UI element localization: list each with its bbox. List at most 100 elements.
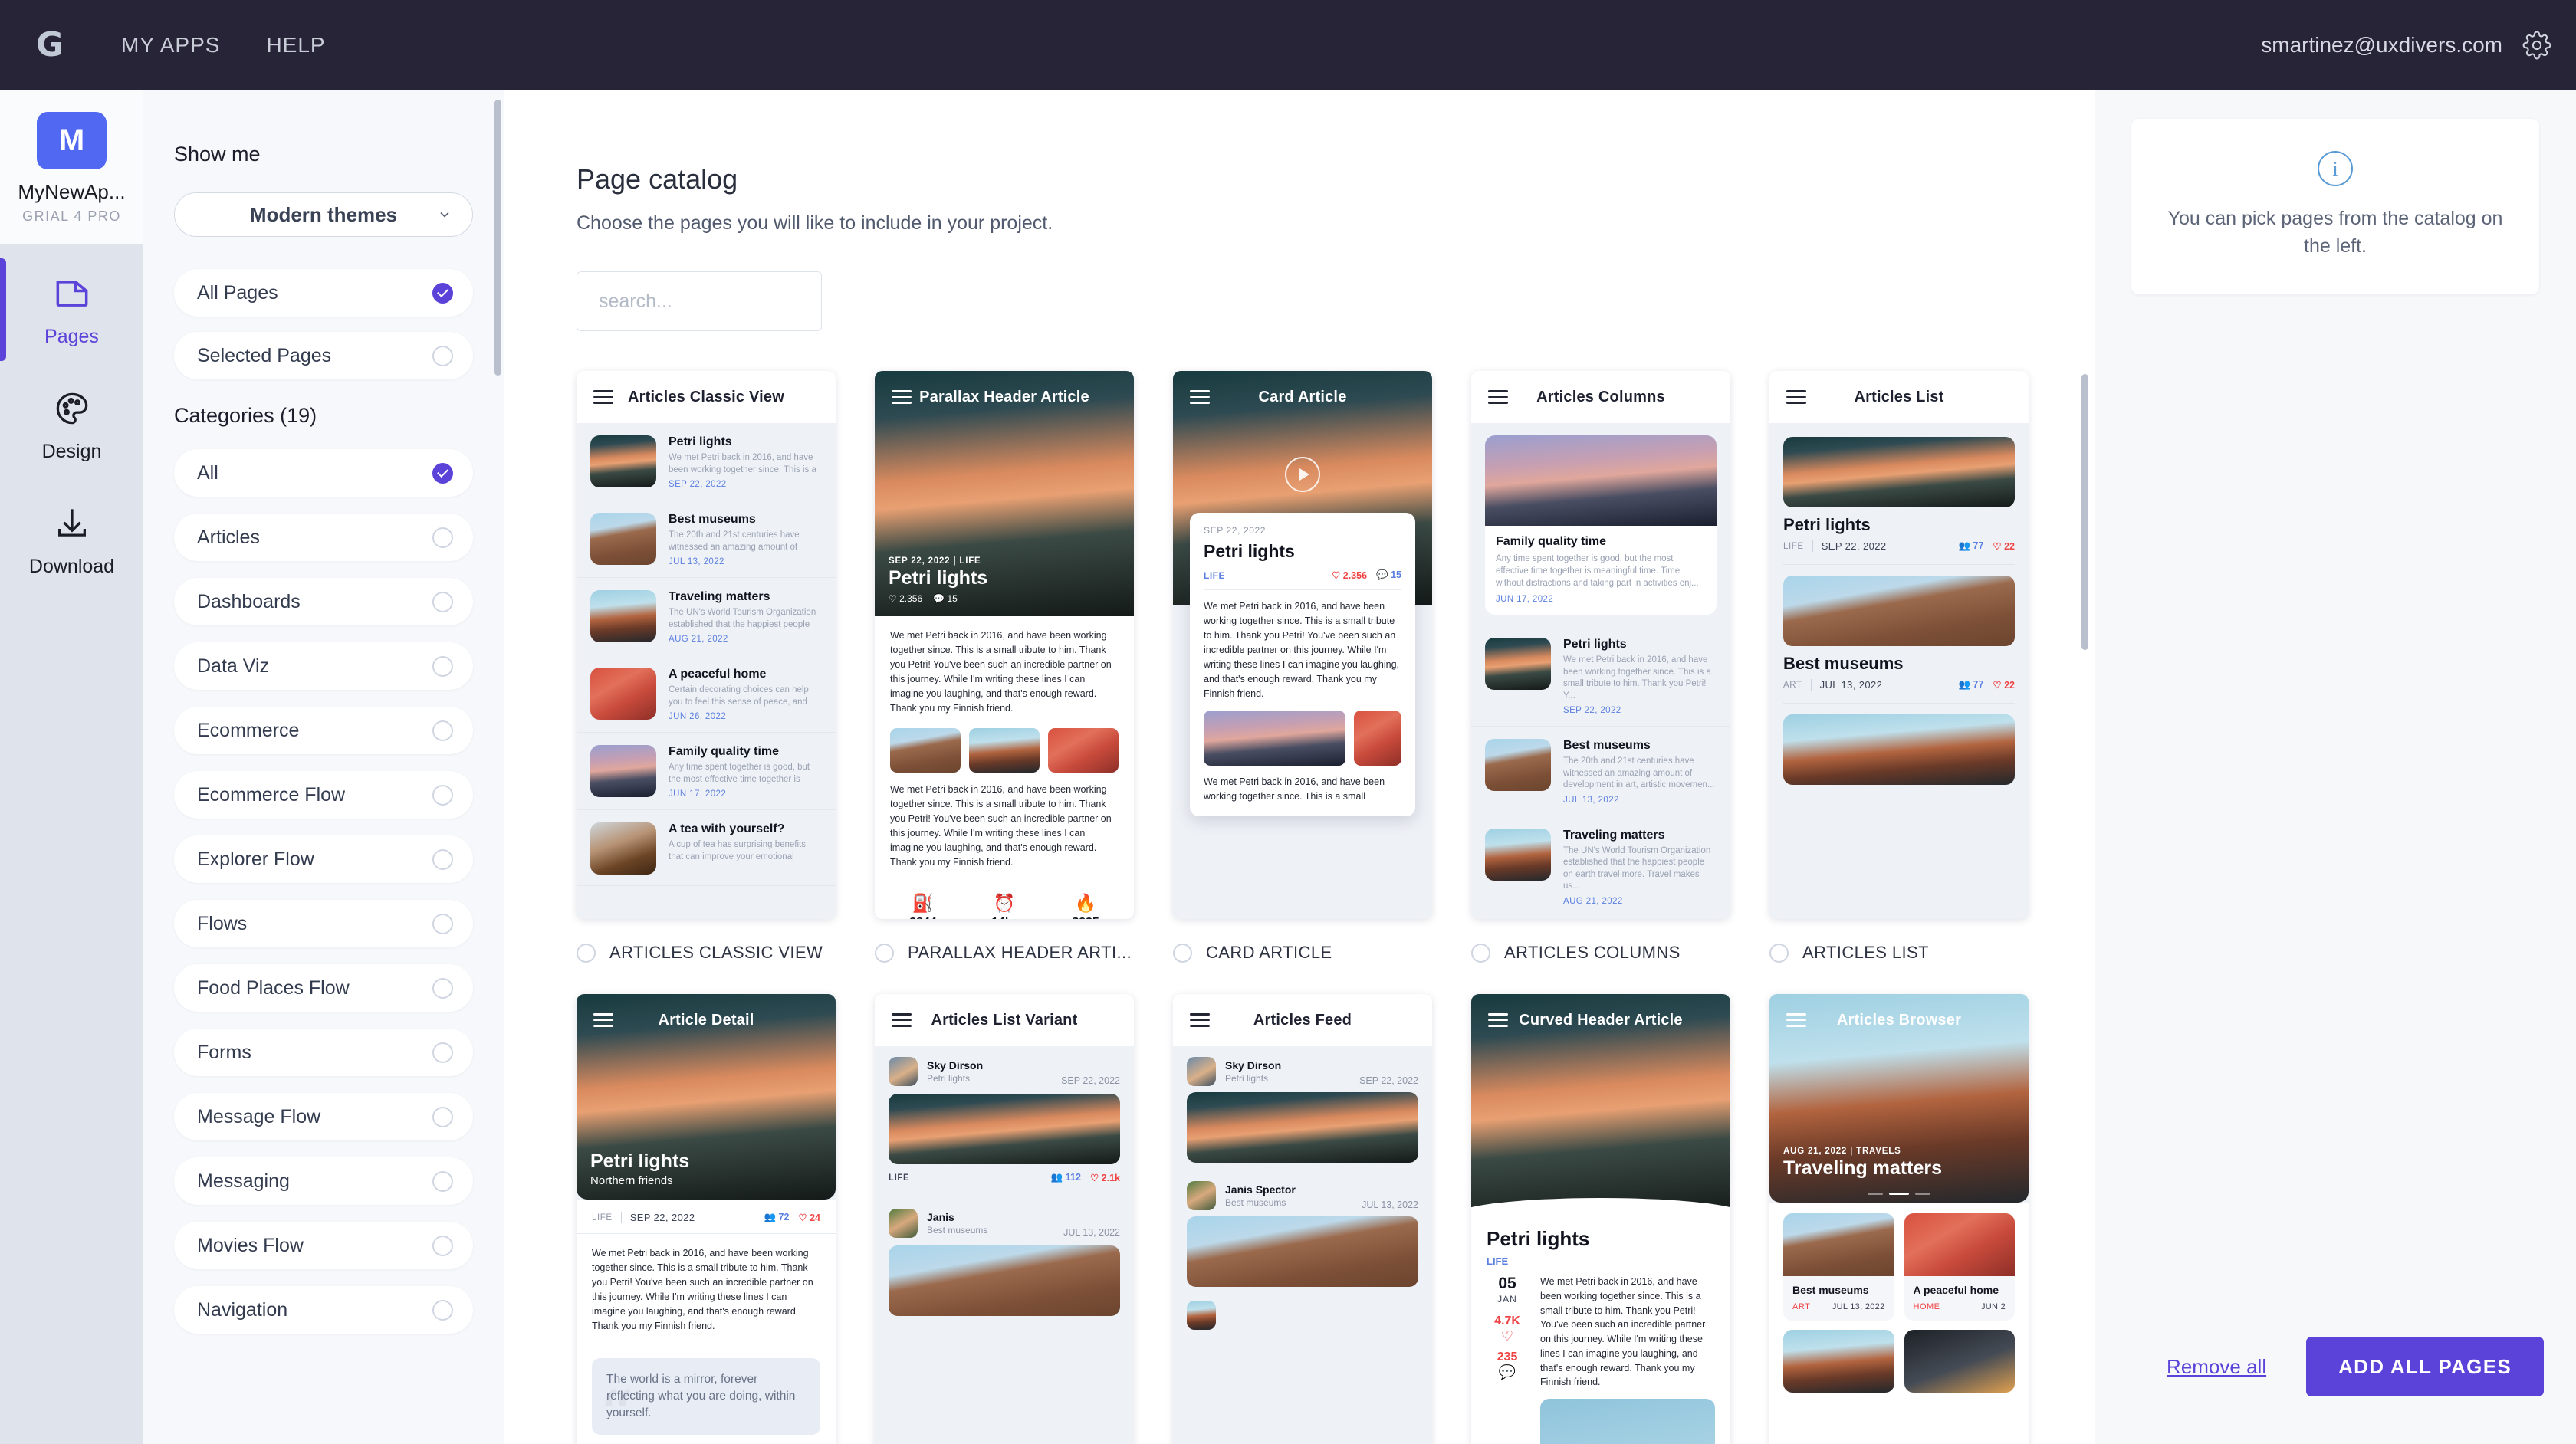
category-radio[interactable] <box>432 848 453 870</box>
page-label-row[interactable]: ARTICLES LIST <box>1769 936 2029 970</box>
category-radio[interactable] <box>432 591 453 612</box>
category-item-flows[interactable]: Flows <box>174 900 473 947</box>
gear-icon[interactable] <box>2522 31 2551 60</box>
category-item-forms[interactable]: Forms <box>174 1029 473 1076</box>
category-item-ecommerce-flow[interactable]: Ecommerce Flow <box>174 771 473 819</box>
category-radio[interactable] <box>432 720 453 741</box>
preview-articles-browser[interactable]: Articles Browser AUG 21, 2022 | TRAVELS … <box>1769 994 2029 1444</box>
category-radio[interactable] <box>432 1235 453 1256</box>
theme-select[interactable]: Modern themes <box>174 192 473 237</box>
category-item-message-flow[interactable]: Message Flow <box>174 1093 473 1140</box>
comment-icon: 💬 <box>933 593 945 604</box>
app-summary[interactable]: M MyNewAp... GRIAL 4 PRO <box>0 90 143 244</box>
page-cell-article-detail[interactable]: Article Detail Petri lights Northern fri… <box>577 994 836 1444</box>
category-radio[interactable] <box>432 1106 453 1127</box>
browser-card[interactable]: Best museums ART JUL 13, 2022 <box>1783 1213 1894 1321</box>
category-item-explorer-flow[interactable]: Explorer Flow <box>174 835 473 883</box>
preview-appbar: Articles Columns <box>1471 371 1730 423</box>
page-select-radio[interactable] <box>577 943 596 963</box>
nav-help[interactable]: HELP <box>266 33 325 57</box>
page-cell-curved-header-article[interactable]: Curved Header Article Petri lights LIFE … <box>1471 994 1730 1444</box>
nav-my-apps[interactable]: MY APPS <box>121 33 220 57</box>
category-radio[interactable] <box>432 527 453 548</box>
category-radio[interactable] <box>432 1299 453 1321</box>
category-item-navigation[interactable]: Navigation <box>174 1286 473 1334</box>
category-radio[interactable] <box>432 977 453 999</box>
page-label-row[interactable]: ARTICLES COLUMNS <box>1471 936 1730 970</box>
category-radio[interactable] <box>432 1042 453 1063</box>
search-input[interactable] <box>599 290 800 313</box>
add-all-pages-button[interactable]: ADD ALL PAGES <box>2306 1337 2544 1396</box>
category-item-data-viz[interactable]: Data Viz <box>174 642 473 690</box>
page-cell-articles-browser[interactable]: Articles Browser AUG 21, 2022 | TRAVELS … <box>1769 994 2029 1444</box>
page-cell-articles-list-variant[interactable]: Articles List Variant Sky Dirson Petri l… <box>875 994 1134 1444</box>
page-cell-articles-columns[interactable]: Articles Columns Family quality time Any… <box>1471 371 1730 970</box>
page-label: CARD ARTICLE <box>1206 943 1332 962</box>
category-item-food-places-flow[interactable]: Food Places Flow <box>174 964 473 1012</box>
filter-panel-scrollbar[interactable] <box>495 100 501 376</box>
page-label-row[interactable]: CARD ARTICLE <box>1173 936 1432 970</box>
remove-all-link[interactable]: Remove all <box>2167 1355 2266 1379</box>
article-name: Petri lights <box>927 1073 971 1084</box>
page-select-radio[interactable] <box>1471 943 1490 963</box>
rail-item-pages[interactable]: Pages <box>0 252 143 367</box>
scope-all-pages[interactable]: All Pages <box>174 269 473 317</box>
preview-articles-list[interactable]: Articles List Petri lights LIFE SEP 22, … <box>1769 371 2029 919</box>
page-cell-articles-feed[interactable]: Articles Feed Sky Dirson Petri lights SE… <box>1173 994 1432 1444</box>
category-radio[interactable] <box>432 462 453 484</box>
scope-selected-pages[interactable]: Selected Pages <box>174 332 473 379</box>
scope-all-pages-radio[interactable] <box>432 282 453 304</box>
preview-articles-columns[interactable]: Articles Columns Family quality time Any… <box>1471 371 1730 919</box>
category-item-ecommerce[interactable]: Ecommerce <box>174 707 473 754</box>
left-rail: M MyNewAp... GRIAL 4 PRO Pages Design Do… <box>0 90 143 1444</box>
page-select-radio[interactable] <box>1769 943 1789 963</box>
strip-image <box>1354 711 1401 766</box>
user-email[interactable]: smartinez@uxdivers.com <box>2261 33 2502 57</box>
scope-selected-pages-radio[interactable] <box>432 345 453 366</box>
filter-panel: Show me Modern themes All Pages Selected… <box>143 90 504 1444</box>
preview-articles-feed[interactable]: Articles Feed Sky Dirson Petri lights SE… <box>1173 994 1432 1444</box>
article-sidebar: 05 JAN 4.7K ♡ 235 💬 <box>1487 1275 1528 1390</box>
page-select-radio[interactable] <box>875 943 894 963</box>
preview-card-article[interactable]: Card Article SEP 22, 2022 Petri lights L… <box>1173 371 1432 919</box>
item-meta: ART JUL 13, 2022 👥 77 ♡ 22 <box>1783 679 2015 704</box>
preview-curved-header-article[interactable]: Curved Header Article Petri lights LIFE … <box>1471 994 1730 1444</box>
category-radio[interactable] <box>432 655 453 677</box>
preview-articles-list-variant[interactable]: Articles List Variant Sky Dirson Petri l… <box>875 994 1134 1444</box>
info-icon: i <box>2318 151 2353 186</box>
category-radio[interactable] <box>432 784 453 806</box>
app-logo[interactable]: G <box>31 27 67 64</box>
category-item-all[interactable]: All <box>174 449 473 497</box>
item-image <box>889 1094 1120 1164</box>
page-cell-articles-classic-view[interactable]: Articles Classic View Petri lights We me… <box>577 371 836 970</box>
page-cell-articles-list[interactable]: Articles List Petri lights LIFE SEP 22, … <box>1769 371 2029 970</box>
category-radio[interactable] <box>432 913 453 934</box>
carousel-dots[interactable] <box>1769 1193 2029 1195</box>
category-item-articles[interactable]: Articles <box>174 514 473 561</box>
page-cell-card-article[interactable]: Card Article SEP 22, 2022 Petri lights L… <box>1173 371 1432 970</box>
preview-appbar: Curved Header Article <box>1471 994 1730 1046</box>
search-box[interactable] <box>577 271 822 331</box>
feed-header: Janis Spector Best museums JUL 13, 2022 <box>1173 1163 1432 1210</box>
category-radio[interactable] <box>432 1170 453 1192</box>
category-item-dashboards[interactable]: Dashboards <box>174 578 473 625</box>
feature-image <box>1485 435 1717 526</box>
rail-item-download[interactable]: Download <box>0 482 143 597</box>
page-select-radio[interactable] <box>1173 943 1192 963</box>
page-label-row[interactable]: ARTICLES CLASSIC VIEW <box>577 936 836 970</box>
preview-parallax-header-article[interactable]: Parallax Header Article SEP 22, 2022 | L… <box>875 371 1134 919</box>
page-cell-parallax-header-article[interactable]: Parallax Header Article SEP 22, 2022 | L… <box>875 371 1134 970</box>
browser-card[interactable] <box>1783 1330 1894 1393</box>
category-item-movies-flow[interactable]: Movies Flow <box>174 1222 473 1269</box>
preview-articles-classic-view[interactable]: Articles Classic View Petri lights We me… <box>577 371 836 919</box>
list-item: Traveling matters The UN's World Tourism… <box>577 578 836 656</box>
catalog-scrollbar[interactable] <box>2082 374 2088 650</box>
page-label-row[interactable]: PARALLAX HEADER ARTI... <box>875 936 1134 970</box>
play-icon[interactable] <box>1285 457 1320 492</box>
rail-item-design[interactable]: Design <box>0 367 143 482</box>
browser-card[interactable] <box>1904 1330 2015 1393</box>
hero-image: Curved Header Article <box>1471 994 1730 1216</box>
category-item-messaging[interactable]: Messaging <box>174 1157 473 1205</box>
preview-article-detail[interactable]: Article Detail Petri lights Northern fri… <box>577 994 836 1444</box>
browser-card[interactable]: A peaceful home HOME JUN 2 <box>1904 1213 2015 1321</box>
